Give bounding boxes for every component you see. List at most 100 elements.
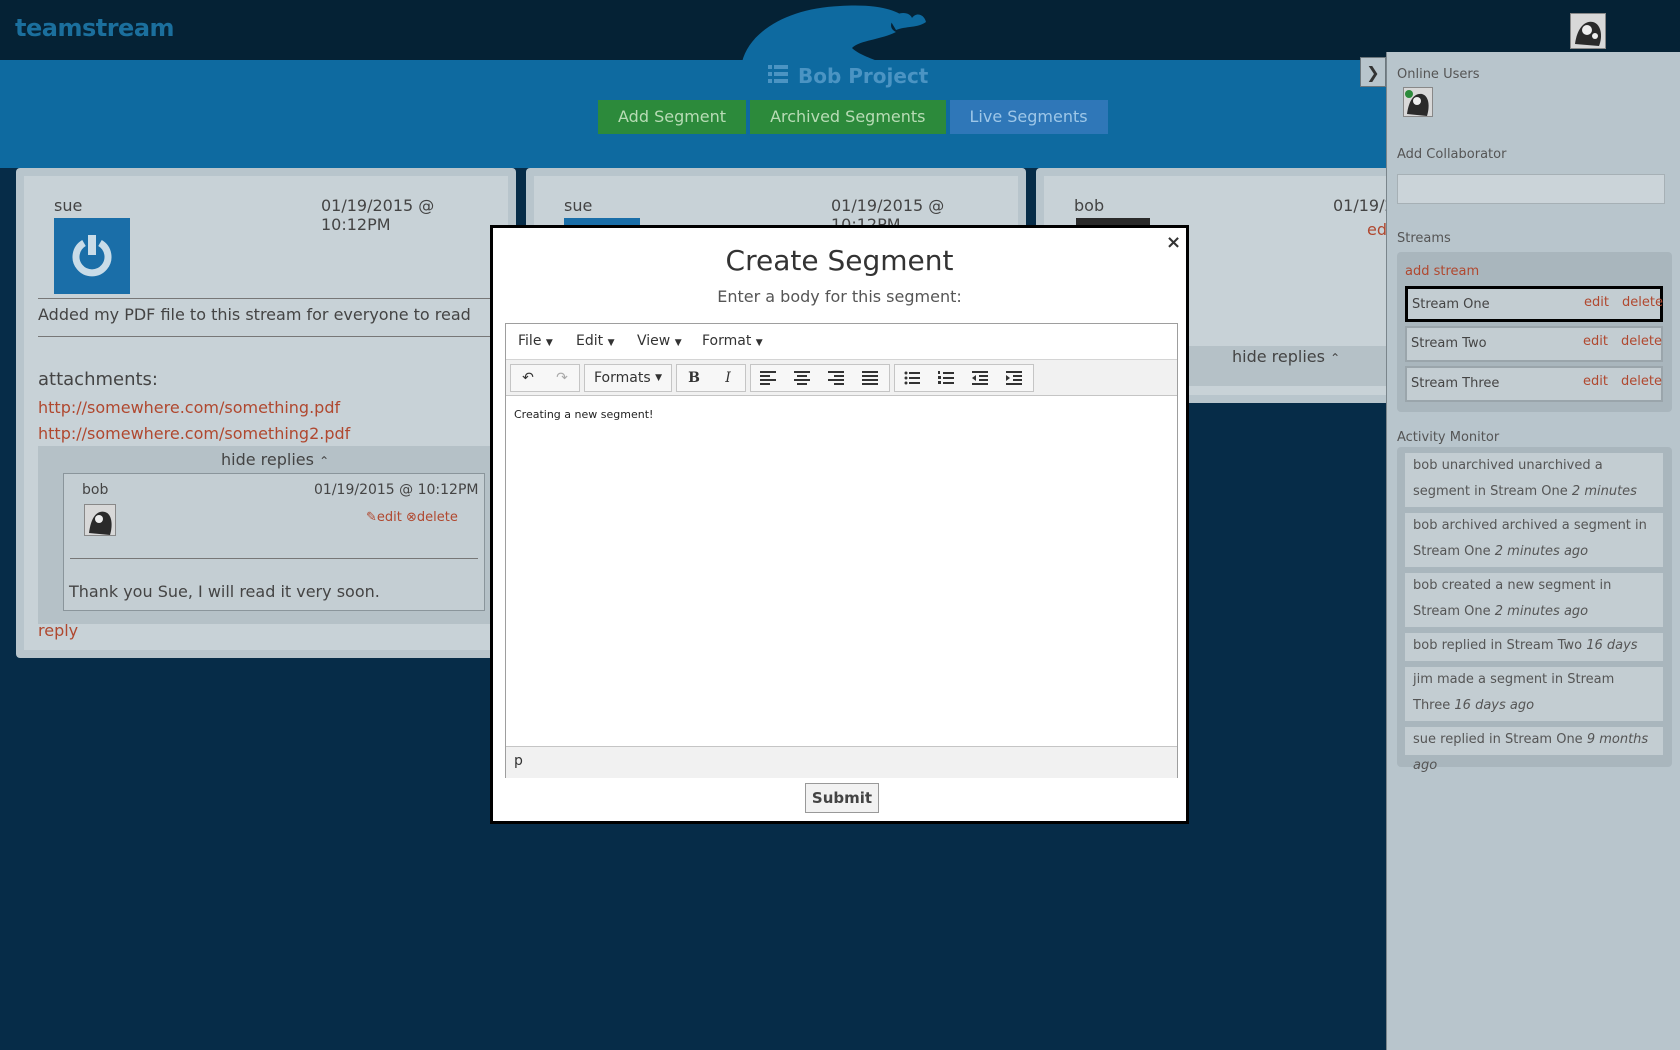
hide-replies-toggle[interactable]: hide replies ⌃ — [221, 450, 329, 469]
divider — [38, 336, 508, 337]
italic-icon[interactable]: I — [711, 365, 745, 391]
formats-dropdown[interactable]: Formats ▼ — [585, 365, 671, 391]
stream-edit-link[interactable]: edit — [1583, 334, 1608, 349]
activity-time: 16 days ago — [1454, 698, 1535, 713]
tab-live-segments[interactable]: Live Segments — [949, 100, 1108, 134]
segment-body: Added my PDF file to this stream for eve… — [38, 305, 471, 324]
outdent-icon[interactable] — [963, 365, 997, 391]
segment-date: 01/19/2015 @ 10:12PM — [321, 196, 435, 234]
stream-name: Stream Three — [1411, 376, 1500, 391]
tab-add-segment[interactable]: Add Segment — [598, 100, 747, 134]
menu-format[interactable]: Format ▼ — [702, 333, 763, 349]
editor-statusbar: p — [506, 746, 1177, 778]
attachments-title: attachments: — [38, 369, 158, 390]
segment-author: sue — [54, 196, 83, 215]
reply-author: bob — [82, 482, 109, 498]
numbered-list-icon[interactable] — [929, 365, 963, 391]
stream-delete-link[interactable]: delete — [1622, 295, 1663, 310]
add-collaborator-input[interactable] — [1397, 174, 1665, 204]
user-avatar[interactable] — [1570, 13, 1606, 49]
chevron-double-up-icon: ⌃ — [1330, 351, 1341, 365]
stream-item-stream-two[interactable]: Stream Two edit delete — [1405, 326, 1663, 362]
wave-logo-icon — [742, 5, 926, 62]
reply-edit-link[interactable]: edit — [377, 510, 402, 525]
style-group: B I — [676, 364, 746, 392]
hide-replies-label: hide replies — [221, 450, 314, 469]
divider — [38, 298, 508, 299]
list-group — [894, 364, 1034, 392]
chevron-double-up-icon: ⌃ — [319, 454, 330, 468]
streams-panel: add stream Stream One edit delete Stream… — [1397, 252, 1672, 412]
online-users-label: Online Users — [1397, 67, 1480, 82]
add-stream-link[interactable]: add stream — [1405, 264, 1479, 279]
caret-down-icon: ▼ — [655, 373, 662, 383]
hide-replies-toggle[interactable]: hide replies ⌃ — [1232, 347, 1340, 366]
reply-delete-link[interactable]: delete — [417, 510, 458, 525]
activity-item: sue replied in Stream One 9 months ago — [1405, 727, 1663, 773]
rich-text-editor: File ▼ Edit ▼ View ▼ Format ▼ ↶ ↷ Format… — [505, 323, 1178, 778]
redo-icon[interactable]: ↷ — [545, 365, 579, 391]
bullet-list-icon[interactable] — [895, 365, 929, 391]
add-collaborator-label: Add Collaborator — [1397, 147, 1507, 162]
tab-archived-segments[interactable]: Archived Segments — [750, 100, 946, 134]
bold-icon[interactable]: B — [677, 365, 711, 391]
segment-author: sue — [564, 196, 593, 215]
activity-time: 2 minutes ago — [1494, 604, 1589, 619]
sidebar-collapse-button[interactable]: ❯ — [1360, 57, 1386, 87]
divider — [70, 558, 478, 559]
hide-replies-label: hide replies — [1232, 347, 1325, 366]
align-right-icon[interactable] — [819, 365, 853, 391]
element-path[interactable]: p — [514, 753, 523, 769]
menu-edit[interactable]: Edit ▼ — [576, 333, 615, 349]
reply-actions: ✎edit ⊗delete — [366, 510, 458, 525]
modal-subtitle: Enter a body for this segment: — [717, 287, 962, 306]
stream-delete-link[interactable]: delete — [1621, 334, 1662, 349]
align-justify-icon[interactable] — [853, 365, 887, 391]
caret-down-icon: ▼ — [545, 338, 553, 348]
attachment-link[interactable]: http://somewhere.com/something.pdf — [38, 398, 340, 417]
menu-view-label: View — [637, 333, 671, 349]
activity-item: bob created a new segment in Stream One … — [1405, 573, 1663, 627]
submit-button[interactable]: Submit — [805, 783, 879, 813]
history-group: ↶ ↷ — [510, 364, 580, 392]
indent-icon[interactable] — [997, 365, 1031, 391]
editor-content-area[interactable]: Creating a new segment! — [506, 396, 1177, 746]
menu-format-label: Format — [702, 333, 752, 349]
activity-item: jim made a segment in Stream Three 16 da… — [1405, 667, 1663, 721]
stream-edit-link[interactable]: edit — [1583, 374, 1608, 389]
streams-label: Streams — [1397, 231, 1451, 246]
reply-item: bob 01/19/2015 @ 10:12PM ✎edit ⊗delete T… — [63, 473, 485, 611]
stream-edit-link[interactable]: edit — [1584, 295, 1609, 310]
stream-item-stream-three[interactable]: Stream Three edit delete — [1405, 366, 1663, 402]
stream-name: Stream Two — [1411, 336, 1487, 351]
align-center-icon[interactable] — [785, 365, 819, 391]
stream-item-stream-one[interactable]: Stream One edit delete — [1405, 286, 1663, 322]
chevron-right-icon: ❯ — [1366, 62, 1380, 82]
segment-author: bob — [1074, 196, 1105, 215]
project-title-text: Bob Project — [798, 64, 929, 88]
menu-edit-label: Edit — [576, 333, 604, 349]
activity-item: bob unarchived unarchived a segment in S… — [1405, 453, 1663, 525]
menu-view[interactable]: View ▼ — [637, 333, 682, 349]
edit-icon: ✎ — [366, 510, 377, 525]
brand-logo[interactable]: teamstream — [15, 14, 175, 42]
align-left-icon[interactable] — [751, 365, 785, 391]
editor-menubar: File ▼ Edit ▼ View ▼ Format ▼ — [506, 324, 1177, 360]
activity-item: bob archived archived a segment in Strea… — [1405, 513, 1663, 567]
undo-icon[interactable]: ↶ — [511, 365, 545, 391]
delete-icon: ⊗ — [406, 510, 417, 525]
reply-avatar — [84, 504, 116, 536]
editor-toolbar: ↶ ↷ Formats ▼ B I — [506, 360, 1177, 396]
reply-link[interactable]: reply — [38, 621, 78, 640]
top-bar: teamstream — [0, 0, 1680, 62]
attachment-link[interactable]: http://somewhere.com/something2.pdf — [38, 424, 350, 443]
online-user-avatar[interactable] — [1403, 87, 1433, 117]
editor-content-text[interactable]: Creating a new segment! — [514, 408, 653, 421]
segment-card-body: sue 01/19/2015 @ 10:12PM Added my PDF fi… — [24, 176, 508, 650]
activity-monitor-label: Activity Monitor — [1397, 430, 1500, 445]
formats-group: Formats ▼ — [584, 364, 672, 392]
menu-file[interactable]: File ▼ — [518, 333, 553, 349]
stream-name: Stream One — [1412, 297, 1490, 312]
activity-item: bob replied in Stream Two 16 days ago — [1405, 633, 1663, 679]
stream-delete-link[interactable]: delete — [1621, 374, 1662, 389]
